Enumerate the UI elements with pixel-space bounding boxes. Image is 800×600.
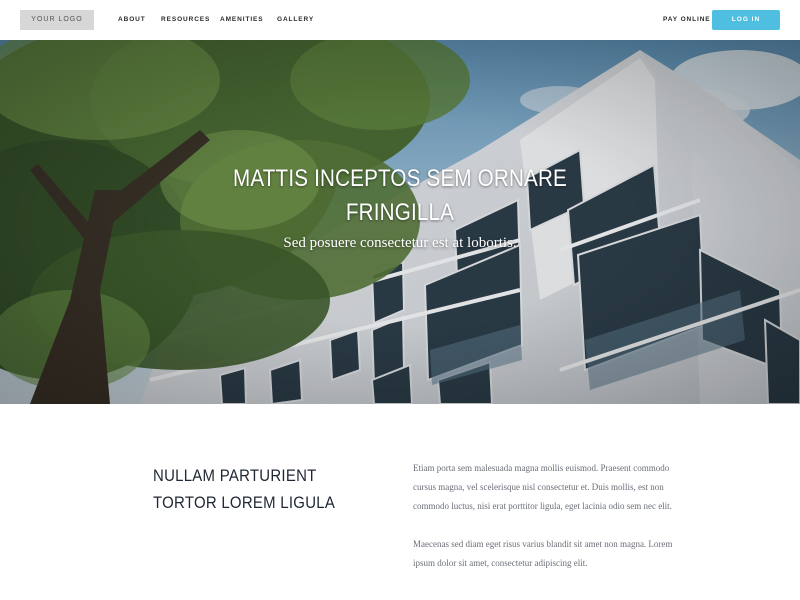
logo[interactable]: YOUR LOGO — [20, 10, 94, 30]
hero-banner: MATTIS INCEPTOS SEM ORNARE FRINGILLA Sed… — [0, 40, 800, 404]
body-paragraph-2: Maecenas sed diam eget risus varius blan… — [413, 539, 673, 568]
site-header: YOUR LOGO ABOUT RESOURCES AMENITIES GALL… — [0, 0, 800, 40]
nav-resources[interactable]: RESOURCES — [161, 16, 210, 23]
pay-online-link[interactable]: PAY ONLINE — [663, 16, 711, 23]
body-paragraph-1: Etiam porta sem malesuada magna mollis e… — [413, 463, 672, 511]
nav-about[interactable]: ABOUT — [118, 16, 146, 23]
nav-amenities[interactable]: AMENITIES — [220, 16, 264, 23]
nav-gallery[interactable]: GALLERY — [277, 16, 314, 23]
section-heading: NULLAM PARTURIENT TORTOR LOREM LIGULA — [153, 466, 336, 512]
hero-subtitle: Sed posuere consectetur est at lobortis. — [283, 235, 517, 251]
hero-title: MATTIS INCEPTOS SEM ORNARE FRINGILLA — [232, 165, 567, 226]
login-button[interactable]: LOG IN — [712, 10, 780, 30]
